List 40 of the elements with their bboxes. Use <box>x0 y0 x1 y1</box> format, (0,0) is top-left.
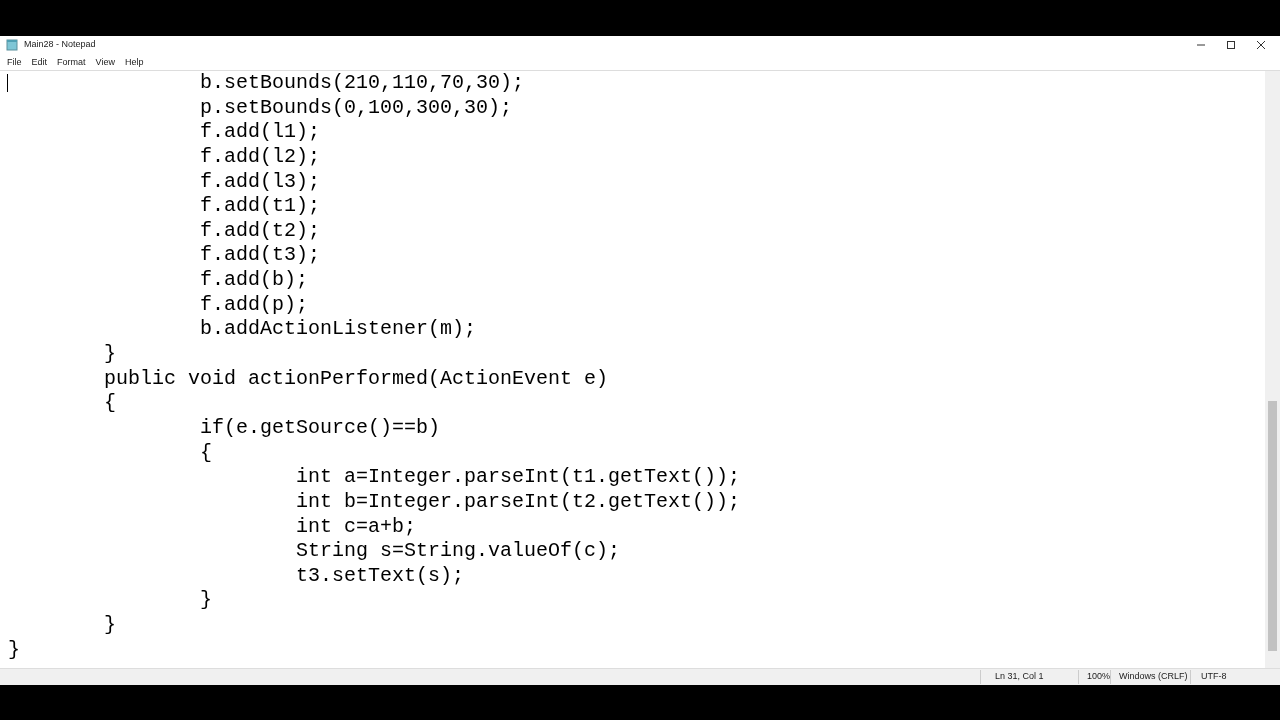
code-line: int b=Integer.parseInt(t2.getText()); <box>295 489 741 513</box>
code-line: f.add(t2); <box>199 218 321 242</box>
code-line: f.add(b); <box>199 268 309 292</box>
scrollbar[interactable] <box>1265 71 1280 668</box>
encoding: UTF-8 <box>1190 670 1270 684</box>
menu-item[interactable]: File <box>2 55 27 69</box>
text-cursor <box>7 74 8 92</box>
line-endings: Windows (CRLF) <box>1110 670 1190 684</box>
code-line: } <box>8 637 20 661</box>
code-line: b.setBounds(210,110,70,30); <box>199 71 525 94</box>
code-line: f.add(p); <box>199 292 309 316</box>
close-icon <box>1256 40 1266 50</box>
code-line: f.add(l2); <box>199 144 321 168</box>
menu-item[interactable]: Format <box>52 55 91 69</box>
code-line: f.add(l3); <box>199 169 321 193</box>
code-line: t3.setText(s); <box>295 563 465 587</box>
scrollbar-thumb[interactable] <box>1268 401 1277 651</box>
code-line: int c=a+b; <box>295 514 417 538</box>
cursor-position: Ln 31, Col 1 <box>980 670 1078 684</box>
maximize-icon <box>1226 40 1236 50</box>
code-line: f.add(t3); <box>199 243 321 267</box>
code-line: f.add(l1); <box>199 120 321 144</box>
code-line: public void actionPerformed(ActionEvent e) <box>103 366 609 390</box>
code-line: } <box>103 613 117 637</box>
code-line: } <box>199 588 213 612</box>
code-line: f.add(t1); <box>199 194 321 218</box>
zoom-level: 100% <box>1078 670 1110 684</box>
code-line: if(e.getSource()==b) <box>199 415 441 439</box>
code-line: { <box>199 440 213 464</box>
window-title: Main28 - Notepad <box>24 38 96 52</box>
code-line: p.setBounds(0,100,300,30); <box>199 95 513 119</box>
menu-item[interactable]: Edit <box>26 55 53 69</box>
menu-item[interactable]: Help <box>119 55 149 69</box>
notepad-icon <box>6 39 18 51</box>
code-line: String s=String.valueOf(c); <box>295 539 621 563</box>
code-line: { <box>103 391 117 415</box>
code-line: } <box>103 342 117 366</box>
menu-item[interactable]: View <box>90 55 120 69</box>
code-line: int a=Integer.parseInt(t1.getText()); <box>295 465 741 489</box>
code-line: b.addActionListener(m); <box>199 317 477 341</box>
